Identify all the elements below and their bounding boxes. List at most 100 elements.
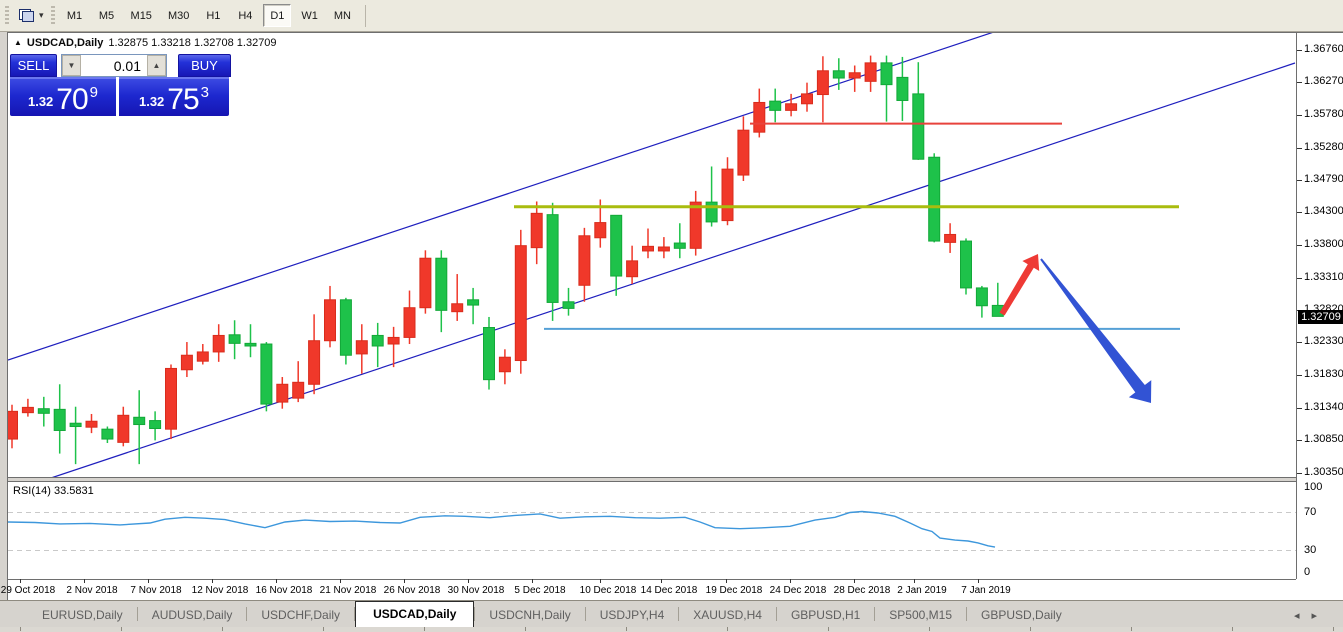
window-edge-tick bbox=[929, 627, 930, 631]
candle bbox=[722, 157, 733, 225]
candle bbox=[674, 223, 685, 258]
timeframe-button-h4[interactable]: H4 bbox=[231, 4, 259, 27]
price-tick-label: 1.35280 bbox=[1304, 141, 1343, 153]
candle bbox=[150, 411, 161, 440]
window-edge-tick bbox=[525, 627, 526, 631]
timeframe-button-m1[interactable]: M1 bbox=[61, 4, 89, 27]
price-tick-label: 1.31340 bbox=[1304, 401, 1343, 413]
tab-gbpusd-h1[interactable]: GBPUSD,H1 bbox=[777, 603, 874, 626]
date-tick bbox=[790, 579, 791, 583]
volume-decrease-button[interactable]: ▼ bbox=[62, 55, 81, 76]
candle bbox=[468, 288, 479, 324]
toolbar-grip[interactable] bbox=[51, 6, 55, 26]
date-tick-label: 7 Jan 2019 bbox=[961, 585, 1011, 596]
candle bbox=[881, 56, 892, 122]
candle bbox=[643, 229, 654, 259]
timeframe-button-m5[interactable]: M5 bbox=[93, 4, 121, 27]
chevron-down-icon[interactable]: ▾ bbox=[39, 10, 44, 21]
tab-scroll-arrows: ◂▸ bbox=[1294, 609, 1329, 622]
date-tick-label: 14 Dec 2018 bbox=[641, 585, 698, 596]
tab-usdcad-daily[interactable]: USDCAD,Daily bbox=[355, 601, 474, 627]
candle bbox=[261, 342, 272, 411]
candle bbox=[166, 364, 177, 439]
tile-windows-icon bbox=[19, 9, 34, 22]
price-tick-label: 1.34790 bbox=[1304, 173, 1343, 185]
date-tick-label: 21 Nov 2018 bbox=[320, 585, 377, 596]
tab-xauusd-h4[interactable]: XAUUSD,H4 bbox=[679, 603, 776, 626]
candle bbox=[484, 317, 495, 390]
price-tick bbox=[1297, 212, 1302, 213]
tab-usdchf-daily[interactable]: USDCHF,Daily bbox=[247, 603, 354, 626]
tab-usdjpy-h4[interactable]: USDJPY,H4 bbox=[586, 603, 678, 626]
candle bbox=[786, 94, 797, 116]
channel-lower[interactable] bbox=[51, 63, 1295, 478]
timeframe-button-w1[interactable]: W1 bbox=[295, 4, 324, 27]
date-tick bbox=[978, 579, 979, 583]
buy-price-display[interactable]: 1.32 75 3 bbox=[119, 77, 229, 116]
date-tick-label: 10 Dec 2018 bbox=[580, 585, 637, 596]
bearish-arrow[interactable] bbox=[1040, 258, 1151, 403]
bullish-arrow[interactable] bbox=[999, 254, 1039, 316]
sell-price-display[interactable]: 1.32 70 9 bbox=[10, 77, 116, 116]
date-tick bbox=[148, 579, 149, 583]
candle bbox=[229, 320, 240, 359]
date-tick-label: 24 Dec 2018 bbox=[770, 585, 827, 596]
chart-arrangement-button[interactable] bbox=[13, 4, 39, 28]
sell-button[interactable]: SELL bbox=[10, 54, 57, 77]
tab-usdcnh-daily[interactable]: USDCNH,Daily bbox=[475, 603, 584, 626]
candle bbox=[420, 250, 431, 313]
window-edge-tick bbox=[424, 627, 425, 631]
tab-eurusd-daily[interactable]: EURUSD,Daily bbox=[28, 603, 137, 626]
candle bbox=[372, 323, 383, 367]
window-edge-tick bbox=[727, 627, 728, 631]
price-tick-label: 1.31830 bbox=[1304, 368, 1343, 380]
tab-scroll-left-icon[interactable]: ◂ bbox=[1294, 610, 1312, 622]
volume-increase-button[interactable]: ▲ bbox=[147, 55, 166, 76]
candle bbox=[70, 407, 81, 464]
ohlc-values: 1.32875 1.33218 1.32708 1.32709 bbox=[108, 37, 276, 49]
buy-price-prefix: 1.32 bbox=[139, 94, 164, 109]
buy-button[interactable]: BUY bbox=[178, 54, 231, 77]
candle bbox=[54, 384, 65, 453]
timeframe-button-h1[interactable]: H1 bbox=[199, 4, 227, 27]
candle bbox=[38, 397, 49, 427]
buy-price-pip: 3 bbox=[201, 84, 209, 101]
price-tick-label: 1.30350 bbox=[1304, 466, 1343, 478]
tab-scroll-right-icon[interactable]: ▸ bbox=[1311, 610, 1329, 622]
candle bbox=[325, 286, 336, 347]
date-tick bbox=[854, 579, 855, 583]
date-tick bbox=[212, 579, 213, 583]
collapse-triangle-icon[interactable]: ▲ bbox=[14, 38, 22, 47]
symbol-label: USDCAD,Daily bbox=[27, 37, 103, 49]
timeframe-button-m30[interactable]: M30 bbox=[162, 4, 195, 27]
tab-audusd-daily[interactable]: AUDUSD,Daily bbox=[138, 603, 247, 626]
candle bbox=[690, 191, 701, 256]
window-edge-tick bbox=[1232, 627, 1233, 631]
price-tick bbox=[1297, 473, 1302, 474]
candle bbox=[277, 377, 288, 409]
date-tick bbox=[276, 579, 277, 583]
timeframe-button-d1[interactable]: D1 bbox=[263, 4, 291, 27]
candle bbox=[213, 324, 224, 362]
date-tick-label: 7 Nov 2018 bbox=[130, 585, 181, 596]
tab-gbpusd-daily[interactable]: GBPUSD,Daily bbox=[967, 603, 1076, 626]
date-tick bbox=[340, 579, 341, 583]
toolbar-separator bbox=[365, 5, 366, 27]
date-tick-label: 2 Jan 2019 bbox=[897, 585, 947, 596]
candlestick-series bbox=[8, 56, 1003, 465]
volume-input[interactable]: 0.01 bbox=[81, 55, 147, 76]
price-tick-label: 1.30850 bbox=[1304, 433, 1343, 445]
price-tick-label: 1.33310 bbox=[1304, 271, 1343, 283]
toolbar-grip[interactable] bbox=[5, 6, 9, 26]
date-tick bbox=[468, 579, 469, 583]
timeframe-button-m15[interactable]: M15 bbox=[125, 4, 158, 27]
candle bbox=[579, 228, 590, 302]
date-tick-label: 2 Nov 2018 bbox=[66, 585, 117, 596]
tab-sp500-m15[interactable]: SP500,M15 bbox=[875, 603, 966, 626]
date-tick bbox=[914, 579, 915, 583]
candle bbox=[309, 314, 320, 394]
timeframe-button-mn[interactable]: MN bbox=[328, 4, 357, 27]
chart-window: ▲ USDCAD,Daily 1.32875 1.33218 1.32708 1… bbox=[7, 32, 1343, 600]
rsi-line bbox=[8, 512, 995, 548]
rsi-indicator-canvas[interactable] bbox=[8, 482, 1296, 579]
